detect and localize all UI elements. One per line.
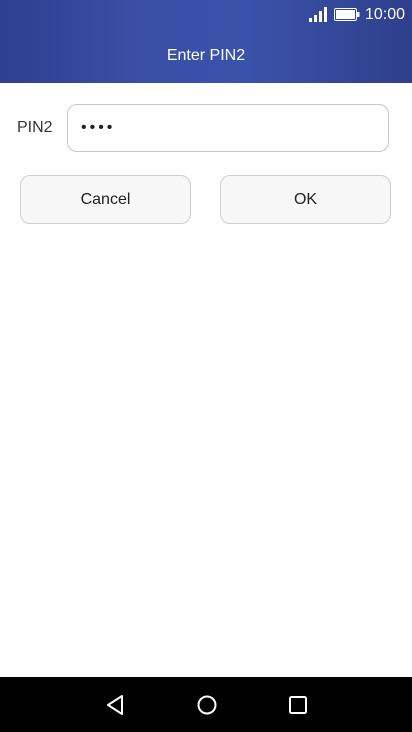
ok-button[interactable]: OK [220, 175, 391, 224]
title-bar: Enter PIN2 [0, 29, 412, 83]
recent-apps-icon[interactable] [288, 695, 308, 715]
back-icon[interactable] [104, 694, 126, 716]
signal-icon [309, 7, 327, 22]
battery-icon [334, 8, 360, 21]
app-header: 10:00 Enter PIN2 [0, 0, 412, 83]
pin2-screen: 10:00 Enter PIN2 PIN2 •••• Cancel OK [0, 0, 412, 732]
status-time: 10:00 [365, 6, 406, 23]
navigation-bar [0, 677, 412, 732]
pin2-masked-value: •••• [81, 119, 116, 136]
pin2-label: PIN2 [17, 119, 53, 136]
home-icon[interactable] [196, 694, 218, 716]
pin2-input[interactable]: •••• [67, 104, 389, 152]
page-title: Enter PIN2 [166, 47, 246, 64]
cancel-button[interactable]: Cancel [20, 175, 191, 224]
status-bar: 10:00 [0, 0, 412, 29]
